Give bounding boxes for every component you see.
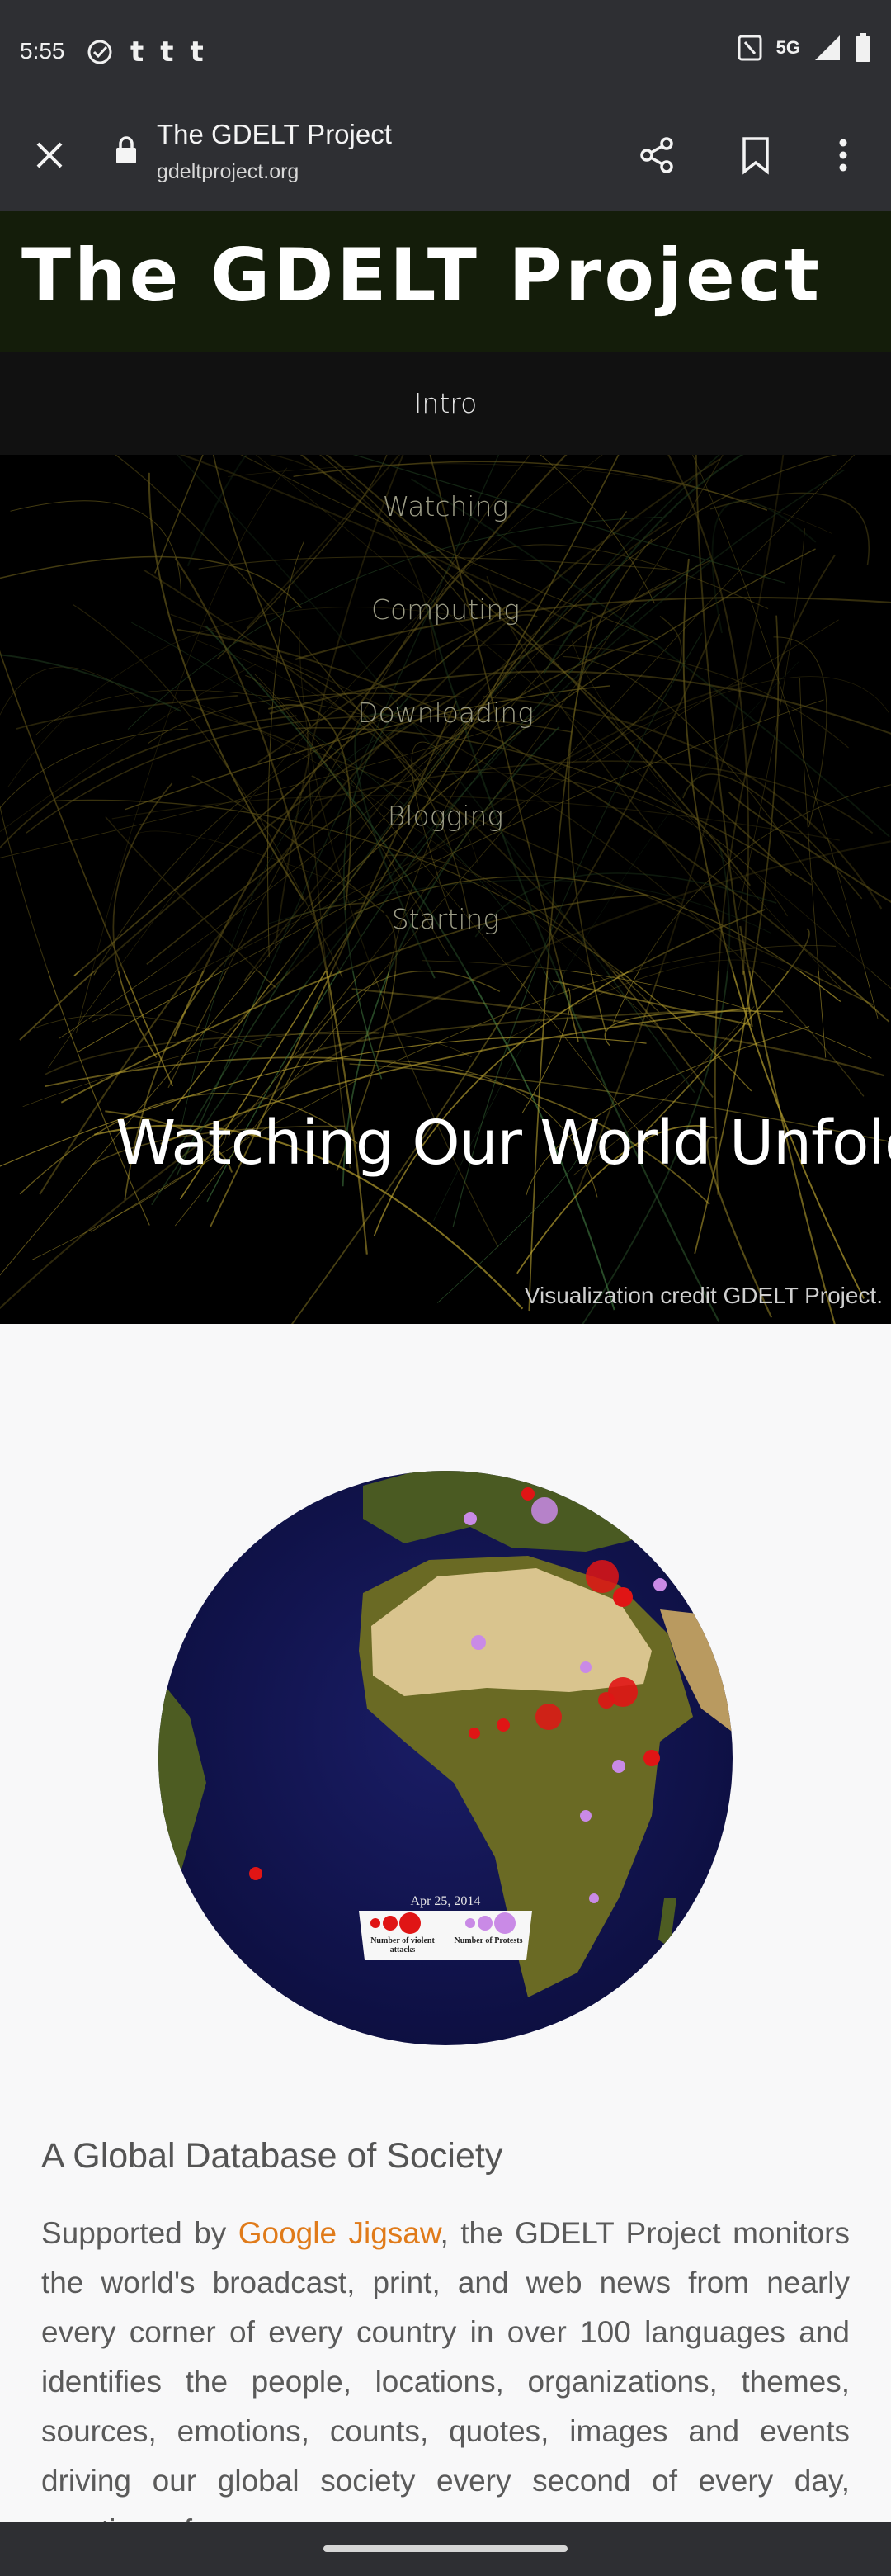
browser-toolbar: The GDELT Project gdeltproject.org [0,97,891,211]
nav-list: Watching Computing Downloading Blogging … [0,455,891,971]
page-url[interactable]: gdeltproject.org [157,160,299,184]
tumblr-icon: t [130,35,144,69]
hero-heading: Watching Our World Unfold [116,1108,891,1179]
home-gesture-handle[interactable] [323,2545,568,2552]
nav-item-blogging[interactable]: Blogging [0,764,891,867]
site-header: The GDELT Project [0,211,891,352]
nav-item-watching[interactable]: Watching [0,455,891,558]
tumblr-icon: t [190,35,204,69]
legend-protests: Number of Protests [454,1936,523,1945]
nav-item-computing[interactable]: Computing [0,558,891,661]
network-type: 5G [776,37,800,58]
google-jigsaw-link[interactable]: Google Jigsaw [238,2216,441,2250]
network-line [604,1010,783,1047]
network-line [521,988,571,1113]
page-title[interactable]: The GDELT Project [157,119,392,150]
globe-date: Apr 25, 2014 [411,1894,481,1908]
signal-icon [815,35,840,60]
body-text-intro: Supported by [41,2216,238,2250]
close-icon [36,142,63,168]
section-body: Supported by Google Jigsaw, the GDELT Pr… [41,2209,850,2555]
section-heading: A Global Database of Society [41,2136,503,2176]
nav-item-intro[interactable]: Intro [0,352,891,455]
nav-item-downloading[interactable]: Downloading [0,661,891,764]
network-line [351,988,884,1077]
nav-item-starting[interactable]: Starting [0,867,891,971]
share-button[interactable] [632,130,681,180]
check-circle-icon [87,40,112,64]
hero-credit: Visualization credit GDELT Project. [524,1283,883,1308]
more-vert-icon [839,139,847,172]
site-nav: Intro Watching Computing Downloading Blo… [0,352,891,971]
status-time: 5:55 [20,38,65,64]
system-icons: 5G [737,33,871,63]
site-title[interactable]: The GDELT Project [21,233,823,318]
share-icon [640,137,673,173]
tumblr-icon: t [160,35,174,69]
nfc-icon [738,35,762,61]
legend-violent-attacks: Number of violent attacks [370,1936,435,1954]
bookmark-icon [742,137,769,175]
notification-icons: t t t [86,38,204,66]
globe-image: Apr 25, 2014 Number of violent attacks N… [157,1469,734,2047]
lock-icon [116,136,136,163]
globe-map: Apr 25, 2014 Number of violent attacks N… [158,1471,733,2045]
network-line [44,1033,380,1075]
more-options-button[interactable] [818,130,868,180]
battery-icon [856,33,870,62]
status-bar: 5:55 t t t 5G [0,0,891,97]
hero: Intro Watching Computing Downloading Blo… [0,352,891,1324]
system-nav-bar [0,2522,891,2576]
bookmark-button[interactable] [731,130,780,180]
body-text-main: , the GDELT Project monitors the world's… [41,2216,850,2547]
close-tab-button[interactable] [25,130,74,180]
